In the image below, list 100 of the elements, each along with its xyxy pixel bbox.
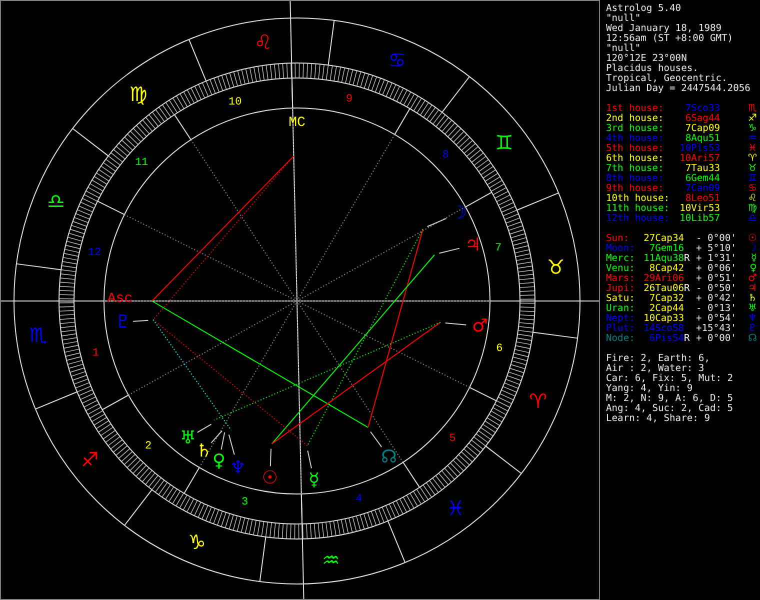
house-label: 4th house: [606,134,665,144]
planet-glyph: ♅ [748,304,757,314]
sign-glyph: ♊ [748,174,757,184]
element-stats-line: Learn: 4, Share: 9 [606,414,711,424]
sign-glyph: ♒ [748,134,757,144]
sign-glyph: ♌ [748,194,757,204]
chart-info-line: 120°12E 23°00N [606,54,687,64]
planet-motion: + 0°51' [696,274,736,284]
planet-position: 26Tau06 [642,284,684,294]
zodiac-sign-glyph: ♈ [529,389,548,414]
planet-name: Mars: [606,274,636,284]
planet-glyph: ♃ [748,284,757,294]
chart-info-line: Tropical, Geocentric. [606,74,728,84]
planet-glyph: ♂ [472,316,488,336]
sign-glyph: ♏ [748,104,757,114]
house-cusp: 7Tau33 [684,164,720,174]
leader-line [228,434,235,456]
house-number: 4 [356,494,362,506]
planet-glyph: ♄ [196,440,212,462]
leader-line [370,431,382,448]
house-cusp: 7Cap09 [684,124,720,134]
house-cusp: 8Leo51 [685,194,720,204]
planet-name: Merc: [606,254,636,264]
planet-glyph: ☊ [748,334,757,344]
planet-glyph: ☽ [450,202,468,224]
planet-position: 10Cap33 [642,314,684,324]
chart-info-line: "null" [606,44,641,54]
element-stats-line: Ang: 4, Suc: 2, Cad: 5 [606,404,734,414]
sign-glyph: ♓ [748,144,757,154]
house-number: 5 [449,433,456,446]
house-cusp: 7Can09 [684,184,720,194]
planet-name: Satu: [606,294,636,304]
leader-line [426,218,447,228]
house-cusp: 6Gem44 [684,174,720,184]
planet-motion: + 0°00' [696,334,736,344]
house-label: 12th house: [606,214,671,224]
planet-position: 27Cap34 [642,234,684,244]
element-stats-line: Fire: 2, Earth: 6, [606,354,711,364]
sign-glyph: ♎ [748,214,757,224]
house-number: 1 [92,347,99,360]
sign-glyph: ♍ [748,204,757,214]
house-label: 2nd house: [606,114,665,124]
sign-glyph: ♋ [748,184,757,194]
house-label: 7th house: [606,164,665,174]
zodiac-sign-glyph: ♉ [546,255,565,280]
planet-name: Moon: [606,244,636,254]
house-label: 8th house: [606,174,665,184]
chart-info-line: Wed January 18, 1989 [606,24,722,34]
zodiac-sign-glyph: ♊ [495,130,514,154]
planet-glyph: ☿ [750,254,757,264]
zodiac-sign-glyph: ♓ [446,496,465,520]
element-stats-line: Car: 6, Fix: 5, Mut: 2 [606,374,734,384]
planet-motion: - 0°50' [696,284,736,294]
planet-glyph: ♆ [230,458,246,478]
retrograde-mark: R [684,284,690,294]
planet-position: 2Cap44 [649,304,684,314]
sign-glyph: ♉ [748,164,757,174]
planet-position: 29Ari06 [642,274,684,284]
house-number: 8 [442,150,449,162]
house-label: 5th house: [606,144,665,154]
planet-motion: + 0°42' [696,294,736,304]
house-number: 11 [134,156,148,169]
chart-info-line: "null" [606,14,641,24]
zodiac-sign-glyph: ♑ [188,530,206,554]
element-stats-line: Air : 2, Water: 3 [606,364,706,374]
planet-position: 7Cap32 [648,294,684,304]
house-cusp: 10Vir53 [678,204,720,214]
house-number: 12 [88,247,102,260]
house-label: 3rd house: [606,124,665,134]
leader-line [196,424,212,433]
house-label: 11th house: [606,204,671,214]
house-label: 10th house: [606,194,671,204]
planet-glyph: ♀ [750,264,757,274]
zodiac-sign-glyph: ♒ [322,548,340,572]
sign-glyph: ♈ [748,154,757,164]
planet-glyph: ♄ [748,294,757,304]
leader-line [132,320,149,322]
house-number: 2 [145,440,152,452]
house-number: 10 [228,96,242,108]
planet-motion: + 0°06' [696,264,736,274]
chart-info-line: 12:56am (ST +8:00 GMT) [606,34,734,44]
planet-glyph: ♂ [748,274,757,284]
chart-info-line: Julian Day = 2447544.2056 [606,84,752,94]
sign-glyph: ♐ [748,114,757,124]
planet-motion: - 0°00' [696,234,736,244]
planet-motion: + 1°31' [696,254,736,264]
planet-name: Uran: [606,304,636,314]
planet-glyph: ♃ [464,234,482,256]
planet-position: 11Aqu38 [642,254,684,264]
zodiac-sign-glyph: ♍ [129,82,148,106]
house-label: 9th house: [606,184,664,194]
planet-name: Jupi: [606,284,636,294]
retrograde-mark: R [684,254,690,264]
planet-glyph: ☽ [748,244,757,254]
planet-glyph: ♇ [114,312,132,332]
planet-name: Plut: [606,324,636,334]
house-cusp: 6Sag44 [684,114,720,124]
retrograde-mark: R [684,334,690,344]
planet-name: Sun: [606,234,630,244]
house-cusp: 7Sco33 [684,104,720,114]
